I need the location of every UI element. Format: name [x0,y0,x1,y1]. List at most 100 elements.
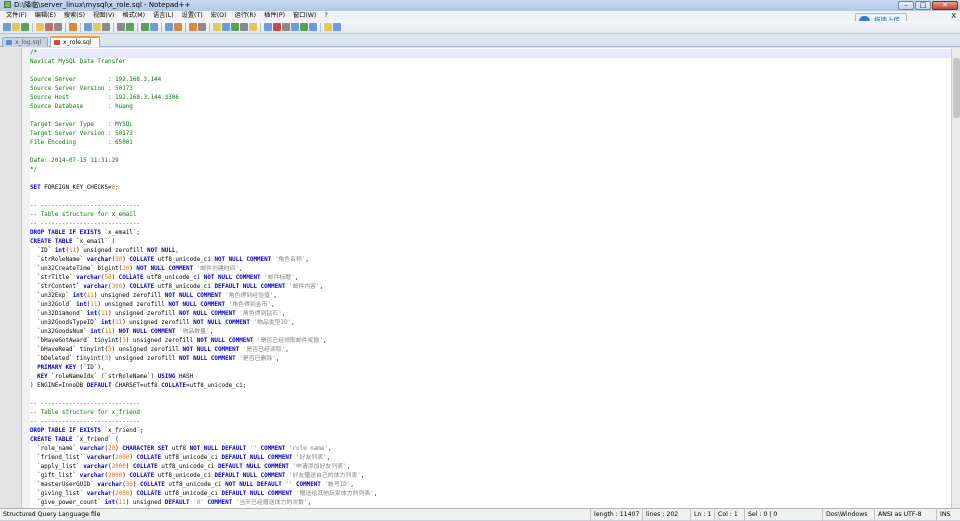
menu-item-4[interactable]: 格式(M) [118,11,149,21]
code-editor[interactable]: 1−/*2Navicat MySQL Data Transfer34Source… [0,48,960,508]
code-line[interactable]: 49 `masterUserGUID` varchar(36) COLLATE … [30,481,960,490]
code-line[interactable]: 15 [30,175,960,184]
code-line[interactable]: 9Target Server Type : MYSQL [30,121,960,130]
vertical-scrollbar[interactable] [951,48,960,508]
folder-workspace-icon[interactable] [264,23,272,31]
code-line[interactable]: 33 `bHaveGotAward` tinyint(3) unsigned z… [30,337,960,346]
close-all-icon[interactable] [54,23,62,31]
copy-icon[interactable] [93,23,101,31]
code-line[interactable]: 18-- ---------------------------- [30,202,960,211]
code-line[interactable]: 45 `role_name` varchar(20) CHARACTER SET… [30,445,960,454]
maximize-button[interactable]: □ [915,1,931,10]
menu-item-6[interactable]: 设置(T) [178,11,207,21]
code-line[interactable]: 34 `bHaveRead` tinyint(3) unsigned zerof… [30,346,960,355]
code-line[interactable]: 11File Encoding : 65001 [30,139,960,148]
code-line[interactable]: 23 `ID` int(11) unsigned zerofill NOT NU… [30,247,960,256]
code-line[interactable]: 29 `un32Gold` int(11) unsigned zerofill … [30,301,960,310]
code-line[interactable]: 1−/* [30,49,960,58]
zoom-out-icon[interactable] [174,23,182,31]
doc-map-icon[interactable] [240,23,248,31]
code-line[interactable]: 4Source Server : 192.168.3.144 [30,76,960,85]
code-line[interactable]: 25 `un32CreateTime` bigint(20) NOT NULL … [30,265,960,274]
code-line[interactable]: 2Navicat MySQL Data Transfer [30,58,960,67]
sync-horizontal-icon[interactable] [198,23,206,31]
code-line[interactable]: 37 KEY `roleNameIdx` (`strRoleName`) USI… [30,373,960,382]
stop-macro-icon[interactable] [282,23,290,31]
close-document-menu-button[interactable]: X [951,11,956,21]
code-line[interactable]: 44CREATE TABLE `x_friend` ( [30,436,960,445]
menu-item-8[interactable]: 运行(R) [231,11,261,21]
code-line[interactable]: 17 [30,193,960,202]
launch-icon[interactable] [333,23,341,31]
menu-item-11[interactable]: ? [320,11,331,21]
spell-check-icon[interactable] [324,23,332,31]
code-text-area[interactable]: 1−/*2Navicat MySQL Data Transfer34Source… [30,49,960,507]
code-line[interactable]: 50 `giving_list` varchar(2000) COLLATE u… [30,490,960,499]
code-line[interactable]: 39 [30,391,960,400]
code-line[interactable]: 42-- ---------------------------- [30,418,960,427]
save-icon[interactable] [21,23,29,31]
code-line[interactable]: 38) ENGINE=InnoDB DEFAULT CHARSET=utf8 C… [30,382,960,391]
code-line[interactable]: 41-- Table structure for x_friend [30,409,960,418]
paste-icon[interactable] [102,23,110,31]
code-line[interactable]: 30 `un32Diamond` int(11) unsigned zerofi… [30,310,960,319]
replace-icon[interactable] [150,23,158,31]
code-line[interactable]: 40-- ---------------------------- [30,400,960,409]
menu-item-2[interactable]: 搜索(S) [60,11,89,21]
code-line[interactable]: 51 `give_power_count` int(11) unsigned D… [30,499,960,507]
menu-item-10[interactable]: 窗口(W) [289,11,320,21]
run-macro-icon[interactable] [300,23,308,31]
code-line[interactable]: 16SET FOREIGN_KEY_CHECKS=0; [30,184,960,193]
save-macro-icon[interactable] [309,23,317,31]
close-button[interactable]: ✕ [932,1,958,10]
zoom-in-icon[interactable] [165,23,173,31]
record-macro-icon[interactable] [273,23,281,31]
code-line[interactable]: 24 `strRoleName` varchar(50) COLLATE utf… [30,256,960,265]
code-line[interactable]: 36 PRIMARY KEY (`ID`), [30,364,960,373]
code-line[interactable]: 7Source Database : huang [30,103,960,112]
redo-icon[interactable] [126,23,134,31]
code-line[interactable]: 22−CREATE TABLE `x_email` ( [30,238,960,247]
tab-x-role-sql[interactable]: x_role.sql [50,36,100,47]
code-line[interactable]: 28 `un32Exp` int(11) unsigned zerofill N… [30,292,960,301]
code-line[interactable]: 6Source Host : 192.168.3.144:3306 [30,94,960,103]
code-line[interactable]: 46 `friend_list` varchar(2000) COLLATE u… [30,454,960,463]
open-file-icon[interactable] [12,23,20,31]
menu-item-5[interactable]: 语言(L) [149,11,178,21]
code-line[interactable]: 20-- ---------------------------- [30,220,960,229]
minimize-button[interactable]: – [898,1,914,10]
code-line[interactable]: 31 `un32GoodsTypeID` int(11) unsigned ze… [30,319,960,328]
sync-vertical-icon[interactable] [189,23,197,31]
menu-item-0[interactable]: 文件(F) [2,11,31,21]
code-line[interactable]: 8 [30,112,960,121]
cut-icon[interactable] [84,23,92,31]
find-icon[interactable] [141,23,149,31]
undo-icon[interactable] [117,23,125,31]
function-list-icon[interactable] [249,23,257,31]
menu-item-7[interactable]: 宏(O) [207,11,231,21]
code-line[interactable]: 48 `gift_list` varchar(2000) COLLATE utf… [30,472,960,481]
code-line[interactable]: 32 `un32GoodsNum` int(11) NOT NULL COMME… [30,328,960,337]
scrollbar-thumb[interactable] [953,58,960,118]
menu-item-9[interactable]: 插件(P) [260,11,289,21]
code-line[interactable]: 12 [30,148,960,157]
code-line[interactable]: 35 `bDeleted` tinyint(3) unsigned zerofi… [30,355,960,364]
new-file-icon[interactable] [3,23,11,31]
indent-guide-icon[interactable] [231,23,239,31]
menu-item-3[interactable]: 视图(V) [89,11,118,21]
show-all-chars-icon[interactable] [222,23,230,31]
code-line[interactable]: 43−DROP TABLE IF EXISTS `x_friend`; [30,427,960,436]
code-line[interactable]: 19-- Table structure for x_email [30,211,960,220]
code-line[interactable]: 10Target Server Version : 50173 [30,130,960,139]
code-line[interactable]: 13Date: 2014-07-15 11:31:29 [30,157,960,166]
code-line[interactable]: 14*/ [30,166,960,175]
close-icon[interactable] [45,23,53,31]
word-wrap-icon[interactable] [213,23,221,31]
menu-item-1[interactable]: 编辑(E) [31,11,60,21]
print-icon[interactable] [69,23,77,31]
code-line[interactable]: 26 `strTitle` varchar(50) COLLATE utf8_u… [30,274,960,283]
code-line[interactable]: 27 `strContent` varchar(300) COLLATE utf… [30,283,960,292]
play-macro-icon[interactable] [291,23,299,31]
code-line[interactable]: 21DROP TABLE IF EXISTS `x_email`; [30,229,960,238]
save-all-icon[interactable] [36,23,44,31]
